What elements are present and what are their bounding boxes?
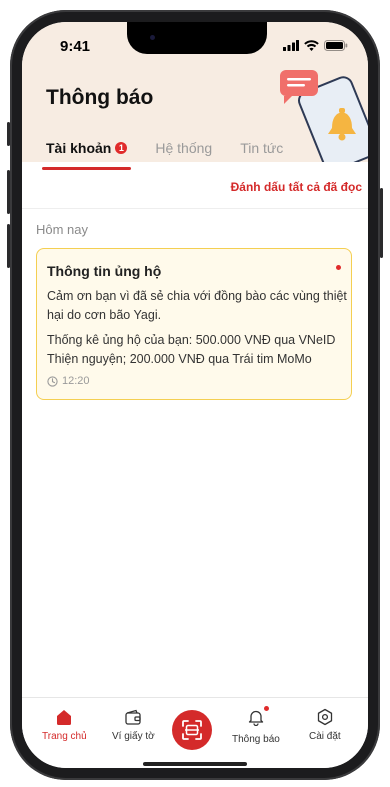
unread-dot — [336, 265, 341, 270]
side-button — [7, 122, 10, 146]
notification-time-text: 12:20 — [62, 375, 90, 387]
nav-notifications[interactable]: Thông báo — [232, 706, 280, 745]
camera — [150, 35, 155, 40]
home-indicator[interactable] — [143, 762, 247, 766]
status-time: 9:41 — [60, 38, 91, 55]
notification-dot — [263, 706, 269, 711]
nav-home-label: Trang chủ — [42, 731, 87, 742]
tab-account-label: Tài khoản — [46, 140, 112, 156]
power-button — [380, 188, 383, 258]
tab-account[interactable]: Tài khoản 1 — [41, 136, 132, 170]
battery-icon — [324, 40, 348, 51]
settings-icon — [317, 708, 332, 726]
nav-notifications-label: Thông báo — [232, 734, 280, 745]
tab-system[interactable]: Hệ thống — [155, 136, 212, 160]
volume-up-button — [7, 170, 10, 214]
divider — [22, 208, 368, 209]
section-today-label: Hôm nay — [36, 222, 89, 237]
tab-bar: Tài khoản 1 Hệ thống Tin tức — [41, 136, 311, 170]
nav-settings-label: Cài đặt — [309, 731, 341, 742]
wallet-icon — [125, 709, 141, 725]
nav-wallet[interactable]: Ví giấy tờ — [112, 708, 155, 742]
signal-icon — [283, 40, 299, 51]
scan-button[interactable] — [172, 710, 212, 750]
tab-news[interactable]: Tin tức — [240, 136, 283, 160]
status-icons — [283, 40, 348, 51]
scan-icon — [182, 720, 202, 740]
notification-time: 12:20 — [47, 375, 90, 387]
nav-wallet-label: Ví giấy tờ — [112, 731, 155, 742]
tab-system-label: Hệ thống — [155, 140, 213, 156]
nav-home[interactable]: Trang chủ — [42, 708, 87, 742]
wifi-icon — [304, 40, 319, 51]
nav-settings[interactable]: Cài đặt — [309, 708, 341, 742]
notification-card[interactable]: Thông tin ủng hộ Cảm ơn bạn vì đã sẻ chi… — [36, 248, 352, 400]
volume-down-button — [7, 224, 10, 268]
notification-paragraph-1: Cảm ơn bạn vì đã sẻ chia với đồng bào cá… — [47, 289, 347, 322]
notification-paragraph-2: Thống kê ủng hộ của bạn: 500.000 VNĐ qua… — [47, 333, 336, 366]
notch — [127, 22, 267, 54]
tab-news-label: Tin tức — [240, 140, 284, 156]
clock-icon — [47, 375, 58, 387]
home-icon — [57, 710, 72, 725]
mark-all-read-button[interactable]: Đánh dấu tất cả đã đọc — [231, 180, 362, 194]
header: 9:41 Thông báo Tài khoản 1 Hệ thống Tin … — [22, 22, 368, 170]
bottom-nav: Trang chủ Ví giấy tờ Thông báo Cài đặt — [22, 697, 368, 768]
bell-icon — [248, 710, 264, 727]
tab-account-badge: 1 — [115, 142, 128, 154]
phone-screen: 9:41 Thông báo Tài khoản 1 Hệ thống Tin … — [22, 22, 368, 768]
notification-title: Thông tin ủng hộ — [47, 263, 162, 279]
page-title: Thông báo — [46, 86, 154, 109]
